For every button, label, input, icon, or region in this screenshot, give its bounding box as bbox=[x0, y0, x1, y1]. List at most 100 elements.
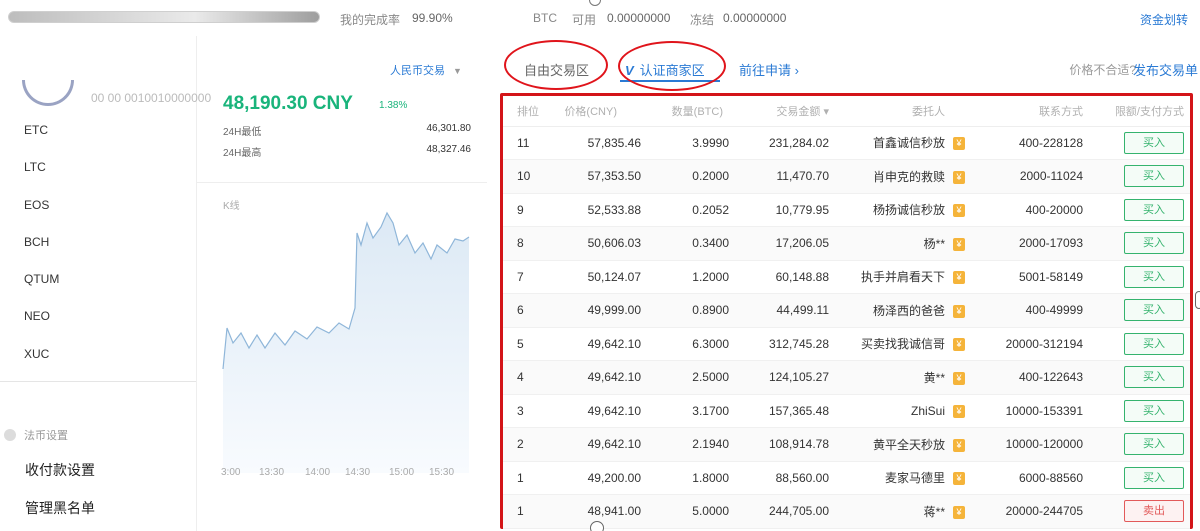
coin-list: ETC LTC EOS BCH QTUM NEO XUC bbox=[24, 122, 59, 383]
merchant-badge-icon: ¥ bbox=[953, 438, 965, 452]
top-bar: 我的完成率 99.90% BTC 可用 0.00000000 冻结 0.0000… bbox=[0, 0, 1200, 36]
completion-rate-value: 99.90% bbox=[412, 11, 453, 25]
price-area-fill bbox=[223, 213, 469, 473]
row-merchant[interactable]: 蒋** bbox=[829, 494, 949, 529]
row-merchant[interactable]: 杨扬诚信秒放 bbox=[829, 193, 949, 227]
table-header-row: 排位 价格(CNY) 数量(BTC) 交易金额 ▾ 委托人 联系方式 限额/支付… bbox=[503, 96, 1190, 127]
row-merchant[interactable]: 执手并肩看天下 bbox=[829, 260, 949, 294]
table-row: 2 49,642.10 2.1940 108,914.78 黄平全天秒放 ¥10000-1… bbox=[503, 427, 1190, 462]
table-row: 1 49,200.00 1.8000 88,560.00 麦家马德里 ¥6000-8856… bbox=[503, 461, 1190, 495]
row-phone: 6000-88560 bbox=[975, 461, 1093, 495]
row-price: 57,353.50 bbox=[547, 159, 647, 194]
merchant-badge-icon: ¥ bbox=[953, 237, 965, 251]
buy-button[interactable]: 买入 bbox=[1124, 265, 1184, 288]
fund-transfer-link[interactable]: 资金划转 bbox=[1140, 11, 1188, 28]
sell-button[interactable]: 卖出 bbox=[1124, 500, 1184, 523]
merchant-badge-icon: ¥ bbox=[953, 405, 965, 419]
row-amount: 3.9990 bbox=[647, 126, 729, 160]
row-price: 49,999.00 bbox=[547, 293, 647, 328]
coin-item-xuc[interactable]: XUC bbox=[24, 346, 59, 383]
sort-down-icon: ▾ bbox=[823, 105, 829, 118]
row-price: 52,533.88 bbox=[547, 193, 647, 227]
row-amount: 5.0000 bbox=[647, 494, 729, 529]
post-order-link[interactable]: 发布交易单 bbox=[1133, 60, 1198, 79]
coin-item-bch[interactable]: BCH bbox=[24, 234, 59, 271]
buy-button[interactable]: 买入 bbox=[1124, 232, 1184, 255]
stat-24h-high: 24H最高 48,327.46 bbox=[223, 144, 471, 159]
row-merchant[interactable]: 买卖找我诚信哥 bbox=[829, 327, 949, 361]
row-amount: 6.3000 bbox=[647, 327, 729, 361]
scrollbar-handle[interactable] bbox=[1195, 291, 1200, 309]
time-tick: 14:30 bbox=[345, 467, 371, 478]
row-merchant[interactable]: ZhiSui bbox=[829, 394, 949, 428]
btc-label: BTC bbox=[533, 11, 557, 25]
buy-button[interactable]: 买入 bbox=[1124, 131, 1184, 154]
left-sidebar: ETC LTC EOS BCH QTUM NEO XUC 法币设置 收付款设置 … bbox=[0, 36, 196, 531]
coin-item-ltc[interactable]: LTC bbox=[24, 159, 59, 196]
buy-button[interactable]: 买入 bbox=[1124, 466, 1184, 489]
row-action-cell: 买入 bbox=[1093, 394, 1190, 428]
scroll-knob-icon bbox=[589, 0, 601, 6]
coin-item-qtum[interactable]: QTUM bbox=[24, 271, 59, 308]
merchant-badge-icon: ¥ bbox=[953, 304, 965, 318]
col-badge bbox=[949, 96, 975, 127]
row-merchant[interactable]: 杨** bbox=[829, 226, 949, 261]
table-row: 7 50,124.07 1.2000 60,148.88 执手并肩看天下 ¥5001-58… bbox=[503, 260, 1190, 294]
buy-button[interactable]: 买入 bbox=[1124, 433, 1184, 456]
col-total-label: 交易金额 bbox=[776, 105, 821, 118]
row-rank: 8 bbox=[503, 226, 547, 261]
col-limit: 限额/支付方式 bbox=[1093, 96, 1190, 127]
col-total[interactable]: 交易金额 ▾ bbox=[729, 96, 829, 127]
row-merchant[interactable]: 麦家马德里 bbox=[829, 461, 949, 495]
buy-button[interactable]: 买入 bbox=[1124, 299, 1184, 322]
orders-table: 排位 价格(CNY) 数量(BTC) 交易金额 ▾ 委托人 联系方式 限额/支付… bbox=[503, 96, 1190, 529]
table-row: 10 57,353.50 0.2000 11,470.70 肖申克的救赎 ¥2000-11… bbox=[503, 159, 1190, 194]
fiat-settings-header: 法币设置 bbox=[4, 427, 68, 443]
row-rank: 1 bbox=[503, 461, 547, 495]
payment-settings-link[interactable]: 收付款设置 bbox=[25, 460, 95, 480]
apply-link[interactable]: 前往申请 › bbox=[739, 60, 799, 79]
row-action-cell: 买入 bbox=[1093, 193, 1190, 227]
blacklist-link[interactable]: 管理黑名单 bbox=[25, 498, 95, 518]
col-phone: 联系方式 bbox=[975, 96, 1093, 127]
coin-item-etc[interactable]: ETC bbox=[24, 122, 59, 159]
row-action-cell: 买入 bbox=[1093, 360, 1190, 395]
col-price: 价格(CNY) bbox=[547, 96, 647, 127]
coin-item-neo[interactable]: NEO bbox=[24, 308, 59, 345]
row-amount: 2.1940 bbox=[647, 427, 729, 462]
buy-button[interactable]: 买入 bbox=[1124, 165, 1184, 188]
time-tick: 13:30 bbox=[259, 467, 285, 478]
row-rank: 11 bbox=[503, 126, 547, 160]
row-price: 49,642.10 bbox=[547, 360, 647, 395]
coin-item-eos[interactable]: EOS bbox=[24, 197, 59, 234]
col-amount: 数量(BTC) bbox=[647, 96, 729, 127]
buy-button[interactable]: 买入 bbox=[1124, 198, 1184, 221]
row-merchant[interactable]: 首鑫诚信秒放 bbox=[829, 126, 949, 160]
buy-button[interactable]: 买入 bbox=[1124, 399, 1184, 422]
buy-button[interactable]: 买入 bbox=[1124, 366, 1184, 389]
row-rank: 3 bbox=[503, 394, 547, 428]
buy-button[interactable]: 买入 bbox=[1124, 332, 1184, 355]
frozen-label: 冻结 bbox=[690, 13, 715, 27]
row-action-cell: 买入 bbox=[1093, 327, 1190, 361]
merchant-badge-icon: ¥ bbox=[953, 170, 965, 184]
row-action-cell: 买入 bbox=[1093, 260, 1190, 294]
row-price: 49,642.10 bbox=[547, 427, 647, 462]
row-total: 17,206.05 bbox=[729, 226, 829, 261]
row-merchant[interactable]: 黄平全天秒放 bbox=[829, 427, 949, 462]
row-merchant[interactable]: 杨泽西的爸爸 bbox=[829, 293, 949, 328]
row-total: 244,705.00 bbox=[729, 494, 829, 529]
row-phone: 400-49999 bbox=[975, 293, 1093, 328]
row-merchant[interactable]: 肖申克的救赎 bbox=[829, 159, 949, 194]
row-total: 88,560.00 bbox=[729, 461, 829, 495]
row-merchant[interactable]: 黄** bbox=[829, 360, 949, 395]
currency-select[interactable]: 人民币交易 ▼ bbox=[390, 62, 462, 78]
row-rank: 9 bbox=[503, 193, 547, 227]
kline-label: K线 bbox=[223, 201, 240, 212]
table-row: 3 49,642.10 3.1700 157,365.48 ZhiSui ¥10000-1… bbox=[503, 394, 1190, 428]
row-total: 44,499.11 bbox=[729, 293, 829, 328]
row-action-cell: 卖出 bbox=[1093, 494, 1190, 529]
row-action-cell: 买入 bbox=[1093, 226, 1190, 261]
row-badge-cell: ¥ bbox=[949, 293, 975, 328]
row-price: 57,835.46 bbox=[547, 126, 647, 160]
